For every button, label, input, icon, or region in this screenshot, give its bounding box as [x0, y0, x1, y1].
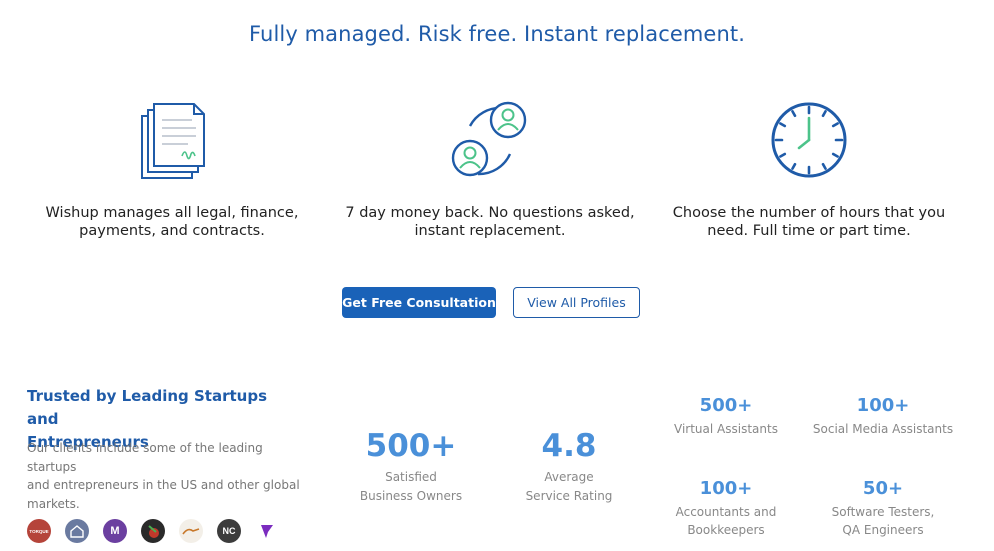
leaf-icon: [148, 525, 159, 538]
stat-virtual-assistants: 500+ Virtual Assistants: [641, 395, 811, 438]
house-logo: [65, 519, 89, 543]
trust-heading-line1: Trusted by Leading Startups and: [27, 387, 268, 428]
stat-accountants-label1: Accountants and: [675, 505, 777, 519]
stat-service-rating-label: Average Service Rating: [489, 468, 649, 506]
torque-logo: TORQUE: [27, 519, 51, 543]
stat-satisfied-owners-label2: Business Owners: [359, 489, 463, 503]
stat-virtual-assistants-number: 500+: [699, 395, 753, 416]
runner-icon: [182, 528, 200, 535]
nc-logo: NC: [217, 519, 241, 543]
feature-legal-line2: payments, and contracts.: [79, 223, 265, 239]
stat-accountants: 100+ Accountants and Bookkeepers: [641, 478, 811, 539]
stat-satisfied-owners: 500+ Satisfied Business Owners: [331, 428, 491, 506]
m-logo-text: M: [110, 525, 120, 537]
stat-accountants-label: Accountants and Bookkeepers: [641, 503, 811, 539]
feature-legal-line1: Wishup manages all legal, finance,: [45, 205, 299, 221]
trust-desc-line1: Our clients include some of the leading …: [27, 441, 263, 474]
feature-hours-line2: need. Full time or part time.: [707, 223, 911, 239]
feature-hours: Choose the number of hours that you need…: [659, 98, 959, 240]
user-swap-icon: [451, 101, 527, 177]
trust-desc-line3: markets.: [27, 496, 80, 511]
feature-money-back-line1: 7 day money back. No questions asked,: [345, 205, 635, 221]
house-icon: [70, 525, 84, 538]
feature-money-back-line2: instant replacement.: [414, 223, 566, 239]
stat-software-testers: 50+ Software Testers, QA Engineers: [798, 478, 968, 539]
m-logo: M: [103, 519, 127, 543]
stat-software-testers-label2: QA Engineers: [842, 523, 924, 537]
stat-satisfied-owners-label1: Satisfied: [385, 470, 437, 484]
contract-document-icon: [141, 103, 205, 179]
stat-service-rating-label1: Average: [544, 470, 594, 484]
stat-virtual-assistants-label: Virtual Assistants: [674, 422, 778, 436]
stat-software-testers-label: Software Testers, QA Engineers: [798, 503, 968, 539]
stat-social-media-assistants-number: 100+: [856, 395, 910, 416]
stat-accountants-label2: Bookkeepers: [687, 523, 765, 537]
trust-desc-line2: and entrepreneurs in the US and other gl…: [27, 478, 300, 492]
stat-social-media-assistants-label: Social Media Assistants: [812, 422, 954, 436]
stat-service-rating-label2: Service Rating: [525, 489, 613, 503]
feature-legal: Wishup manages all legal, finance, payme…: [22, 98, 322, 240]
feature-money-back: 7 day money back. No questions asked, in…: [340, 98, 640, 240]
nc-logo-text: NC: [222, 526, 236, 536]
view-all-profiles-button[interactable]: View All Profiles: [513, 287, 640, 318]
leaf-logo: [141, 519, 165, 543]
trust-description: Our clients include some of the leading …: [27, 439, 312, 513]
page-headline: Fully managed. Risk free. Instant replac…: [249, 22, 745, 46]
flag-icon: [261, 525, 273, 538]
runner-logo: [179, 519, 203, 543]
stat-service-rating: 4.8 Average Service Rating: [489, 428, 649, 506]
stat-satisfied-owners-number: 500+: [365, 428, 457, 464]
feature-hours-line1: Choose the number of hours that you: [672, 205, 946, 221]
stat-software-testers-label1: Software Testers,: [831, 505, 935, 519]
stat-social-media-assistants: 100+ Social Media Assistants: [798, 395, 968, 438]
stat-service-rating-number: 4.8: [541, 428, 597, 464]
stat-satisfied-owners-label: Satisfied Business Owners: [331, 468, 491, 506]
flag-logo: [255, 519, 279, 543]
torque-logo-text: TORQUE: [29, 528, 49, 534]
stat-software-testers-number: 50+: [862, 478, 904, 499]
client-logos: TORQUE M NC: [27, 519, 279, 543]
get-free-consultation-button[interactable]: Get Free Consultation: [342, 287, 496, 318]
clock-icon: [771, 102, 847, 178]
stat-accountants-number: 100+: [699, 478, 753, 499]
